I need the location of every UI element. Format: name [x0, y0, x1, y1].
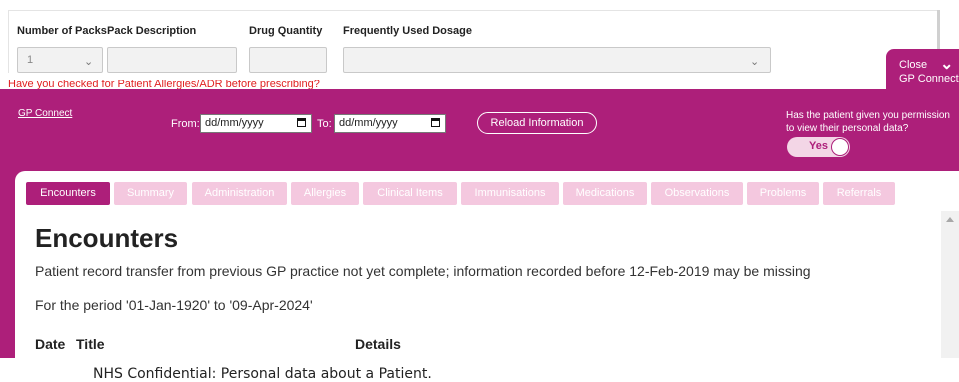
quantity-label: Drug Quantity [249, 25, 323, 37]
calendar-icon[interactable] [431, 118, 440, 127]
close-gp-connect-button[interactable]: Close ⌄ GP Connect [886, 49, 959, 89]
tab-clinical-items[interactable]: Clinical Items [363, 182, 457, 205]
column-header-date: Date [35, 336, 66, 352]
tab-summary[interactable]: Summary [114, 182, 187, 205]
from-label: From: [171, 118, 200, 130]
chevron-down-icon: ⌄ [84, 56, 94, 68]
tab-immunisations[interactable]: Immunisations [461, 182, 559, 205]
tab-observations[interactable]: Observations [651, 182, 743, 205]
packs-value: 1 [27, 54, 34, 66]
toggle-knob [831, 138, 849, 156]
drug-quantity-field[interactable] [249, 47, 327, 73]
transfer-notice: Patient record transfer from previous GP… [35, 263, 811, 279]
chevron-down-icon: ⌄ [940, 56, 954, 73]
tab-referrals[interactable]: Referrals [823, 182, 895, 205]
chevron-down-icon: ⌄ [750, 56, 760, 68]
column-header-title: Title [76, 336, 105, 352]
content-scrollbar[interactable] [941, 211, 959, 358]
scroll-up-icon[interactable] [946, 217, 954, 222]
permission-toggle[interactable]: Yes [787, 137, 850, 157]
pack-description-field[interactable] [107, 47, 237, 73]
tab-problems[interactable]: Problems [747, 182, 819, 205]
page-title: Encounters [35, 223, 179, 253]
description-label: Pack Description [107, 25, 197, 37]
confidentiality-footer: NHS Confidential: Personal data about a … [93, 366, 432, 382]
calendar-icon[interactable] [297, 118, 306, 127]
gp-connect-link[interactable]: GP Connect [18, 108, 72, 119]
gp-connect-panel: GP Connect From: dd/mm/yyyy To: dd/mm/yy… [0, 89, 959, 171]
reload-information-button[interactable]: Reload Information [477, 112, 597, 134]
column-header-details: Details [355, 336, 401, 352]
period-text: For the period '01-Jan-1920' to '09-Apr-… [35, 297, 313, 313]
packs-select[interactable]: 1 ⌄ [17, 47, 103, 73]
dosage-label: Frequently Used Dosage [343, 25, 472, 37]
allergy-warning: Have you checked for Patient Allergies/A… [8, 80, 320, 89]
dosage-select[interactable]: ⌄ [343, 47, 771, 73]
records-frame: Encounters Summary Administration Allerg… [0, 171, 959, 358]
tab-allergies[interactable]: Allergies [291, 182, 359, 205]
from-date-input[interactable]: dd/mm/yyyy [200, 114, 312, 133]
permission-question: Has the patient given you permission to … [786, 110, 950, 134]
tab-encounters[interactable]: Encounters [26, 182, 110, 205]
tab-administration[interactable]: Administration [192, 182, 287, 205]
tab-medications[interactable]: Medications [563, 182, 647, 205]
to-date-input[interactable]: dd/mm/yyyy [334, 114, 446, 133]
to-label: To: [317, 118, 332, 130]
packs-label: Number of Packs [17, 25, 107, 37]
prescribing-form: Number of Packs Pack Description Drug Qu… [8, 10, 938, 73]
records-content: Encounters Summary Administration Allerg… [15, 171, 959, 358]
